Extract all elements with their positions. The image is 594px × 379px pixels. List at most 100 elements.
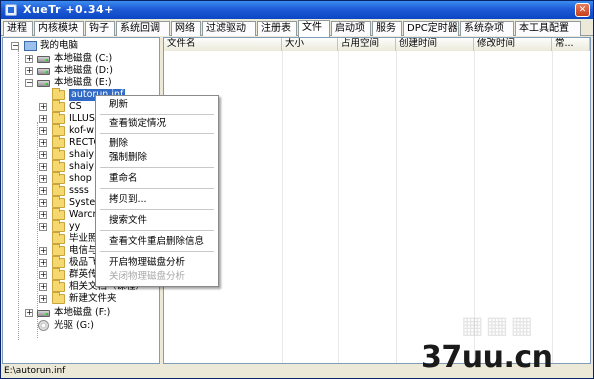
expand-icon[interactable]: + [39,259,47,267]
tab-system-misc[interactable]: 系统杂项 [460,21,514,36]
tree-item-label: shaiy [69,149,95,160]
expand-icon[interactable]: + [39,271,47,279]
menu-item-copy-to[interactable]: 拷贝到... [97,193,217,207]
tree-item-drive-e[interactable]: − 本地磁盘 (E:) [25,77,159,89]
menu-item-rename[interactable]: 重命名 [97,172,217,186]
tree-item-label: ILLUS [69,113,95,124]
tree-item-label: 电信与 [69,245,98,256]
column-header-disk-usage[interactable]: 占用空间 [338,38,396,51]
drive-icon [37,80,50,87]
folder-icon [52,100,65,112]
column-header-modified[interactable]: 修改时间 [474,38,552,51]
folder-icon [52,220,65,232]
tab-system-callbacks[interactable]: 系统回调 [116,21,170,36]
expand-icon[interactable]: + [39,139,47,147]
title-bar[interactable]: XueTr +0.34+ ✕ [1,1,593,19]
tab-services[interactable]: 服务 [372,21,402,36]
expand-icon[interactable]: + [25,309,33,317]
menu-item-force-delete[interactable]: 强制删除 [97,151,217,165]
expand-icon[interactable]: + [39,127,47,135]
menu-separator [100,188,214,189]
tree-item-label: kof-w [69,125,94,136]
cd-drive-icon [38,320,49,331]
tree-item-label: 毕业照 [69,233,98,244]
tab-startup[interactable]: 启动项 [331,21,371,36]
expand-icon[interactable]: + [39,187,47,195]
tree-item-label: 极品飞 [69,257,98,268]
expand-icon[interactable]: + [39,115,47,123]
folder-icon [52,232,65,244]
expand-icon[interactable]: + [39,103,47,111]
menu-item-delete[interactable]: 删除 [97,137,217,151]
watermark-site: 37uu.cn [421,340,553,375]
main-window: XueTr +0.34+ ✕ 进程 内核模块 钩子 系统回调 网络 过滤驱动 注… [0,0,594,379]
tab-hooks[interactable]: 钩子 [85,21,115,36]
tab-dpc-timers[interactable]: DPC定时器 [403,21,459,36]
drive-icon [37,56,50,63]
column-header-filename[interactable]: 文件名 [164,38,282,51]
expand-icon[interactable]: + [39,175,47,183]
tab-registry[interactable]: 注册表 [257,21,297,36]
menu-item-enable-disk-analysis[interactable]: 开启物理磁盘分析 [97,256,217,270]
tree-item-drive-d[interactable]: + 本地磁盘 (D:) [25,65,159,77]
close-button[interactable]: ✕ [575,3,590,17]
folder-icon [52,292,65,304]
column-divider [338,51,339,363]
menu-separator [100,167,214,168]
tree-item-label: yy [69,221,81,232]
tab-network[interactable]: 网络 [171,21,201,36]
folder-icon [52,256,65,268]
expand-icon[interactable]: + [39,199,47,207]
collapse-icon[interactable]: − [25,79,33,87]
tab-kernel-modules[interactable]: 内核模块 [34,21,84,36]
folder-icon [52,280,65,292]
tree-item-label: 新建文件夹 [69,293,117,304]
menu-item-disable-disk-analysis: 关闭物理磁盘分析 [109,271,186,282]
tree-guide-line [18,50,19,340]
tree-item-label: ssss [69,185,89,196]
expand-icon[interactable]: + [39,295,47,303]
context-menu: 刷新 查看锁定情况 删除 强制删除 重命名 拷贝到... 搜索文件 查看文件重启… [95,95,219,287]
expand-icon[interactable]: + [39,151,47,159]
expand-icon[interactable]: + [25,55,33,63]
folder-icon [52,112,65,124]
drive-icon [37,310,50,317]
menu-item-refresh[interactable]: 刷新 [97,98,217,112]
collapse-icon[interactable]: − [11,42,19,50]
tab-processes[interactable]: 进程 [3,21,33,36]
tree-item-drive-c[interactable]: + 本地磁盘 (C:) [25,53,159,65]
expand-icon[interactable]: + [39,247,47,255]
menu-item-view-reboot-delete-info[interactable]: 查看文件重启删除信息 [97,235,217,249]
expand-icon[interactable]: + [39,163,47,171]
tree-item-label: 我的电脑 [40,40,79,51]
expand-icon[interactable]: + [25,67,33,75]
tree-item-label: 本地磁盘 (E:) [54,77,112,88]
tree-item-folder[interactable]: + 新建文件夹 [39,292,159,305]
window-title: XueTr +0.34+ [23,3,114,16]
expand-icon[interactable]: + [39,283,47,291]
tab-files[interactable]: 文件 [298,20,330,37]
tab-filter-drivers[interactable]: 过滤驱动 [202,21,256,36]
computer-icon [24,41,37,51]
expand-icon[interactable]: + [39,223,47,231]
expand-icon[interactable]: + [39,211,47,219]
watermark-faint: ▦▦▦ [461,311,536,339]
menu-item-view-locks[interactable]: 查看锁定情况 [97,117,217,131]
tree-item-drive-g[interactable]: 光驱 (G:) [25,320,159,332]
tree-item-my-computer[interactable]: − 我的电脑 [11,40,159,52]
tree-item-label: shaiy [69,161,95,172]
column-divider [552,51,553,363]
folder-icon [52,196,65,208]
menu-item-search-files[interactable]: 搜索文件 [97,214,217,228]
folder-icon [52,244,65,256]
menu-separator [100,133,214,134]
column-header-attributes[interactable]: 常... [552,38,590,51]
folder-icon [52,268,65,280]
tab-tool-config[interactable]: 本工具配置 [515,21,581,36]
column-header-size[interactable]: 大小 [282,38,338,51]
column-header-created[interactable]: 创建时间 [396,38,474,51]
tree-item-label: CS [69,101,82,112]
menu-separator [100,209,214,210]
tree-item-drive-f[interactable]: + 本地磁盘 (F:) [25,307,159,319]
app-icon [5,4,17,16]
